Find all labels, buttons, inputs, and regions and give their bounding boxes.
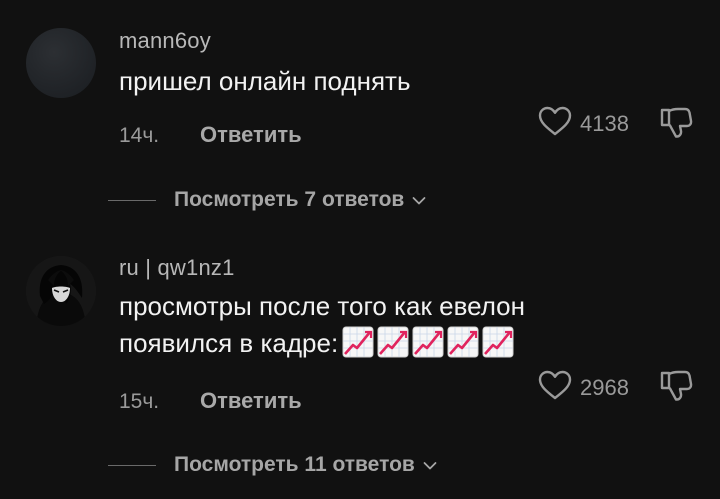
comment-time: 14ч. <box>119 124 160 147</box>
chart-increasing-icon <box>377 326 409 358</box>
dislike-icon[interactable] <box>658 105 694 146</box>
view-replies-label: Посмотреть 7 ответов <box>174 188 405 211</box>
reply-button[interactable]: Ответить <box>200 122 302 148</box>
avatar[interactable] <box>26 256 96 326</box>
chevron-down-icon <box>423 453 437 477</box>
comment-text-line: просмотры после того как евелон <box>119 291 525 321</box>
like-count: 2968 <box>580 375 629 400</box>
comment-username[interactable]: mann6oy <box>119 28 211 54</box>
chart-increasing-icon <box>342 326 374 358</box>
dislike-icon[interactable] <box>658 368 694 409</box>
like-group: 4138 <box>538 106 629 142</box>
heart-icon[interactable] <box>538 106 572 142</box>
avatar[interactable] <box>26 28 96 98</box>
view-replies-button[interactable]: Посмотреть 11 ответов <box>108 453 437 477</box>
divider-line <box>108 464 156 466</box>
heart-icon[interactable] <box>538 370 572 406</box>
view-replies-label: Посмотреть 11 ответов <box>174 453 415 476</box>
comment-text: пришел онлайн поднять <box>119 66 411 96</box>
comment-meta: 14ч. Ответить <box>119 122 302 148</box>
comment-text: просмотры после того как евелон появился… <box>119 288 639 362</box>
chevron-down-icon <box>412 188 426 212</box>
emoji-row <box>342 326 514 358</box>
view-replies-button[interactable]: Посмотреть 7 ответов <box>108 188 426 212</box>
reply-button[interactable]: Ответить <box>200 388 302 414</box>
comment-time: 15ч. <box>119 390 160 413</box>
chart-increasing-icon <box>412 326 444 358</box>
comment-text-part: появился в кадре: <box>119 328 339 358</box>
chart-increasing-icon <box>447 326 479 358</box>
like-count: 4138 <box>580 111 629 136</box>
chart-increasing-icon <box>482 326 514 358</box>
comment-username[interactable]: ru | qw1nz1 <box>119 255 235 281</box>
comment-meta: 15ч. Ответить <box>119 388 302 414</box>
divider-line <box>108 199 156 201</box>
comment-text-line-2: появился в кадре: <box>119 325 639 362</box>
like-group: 2968 <box>538 370 629 406</box>
